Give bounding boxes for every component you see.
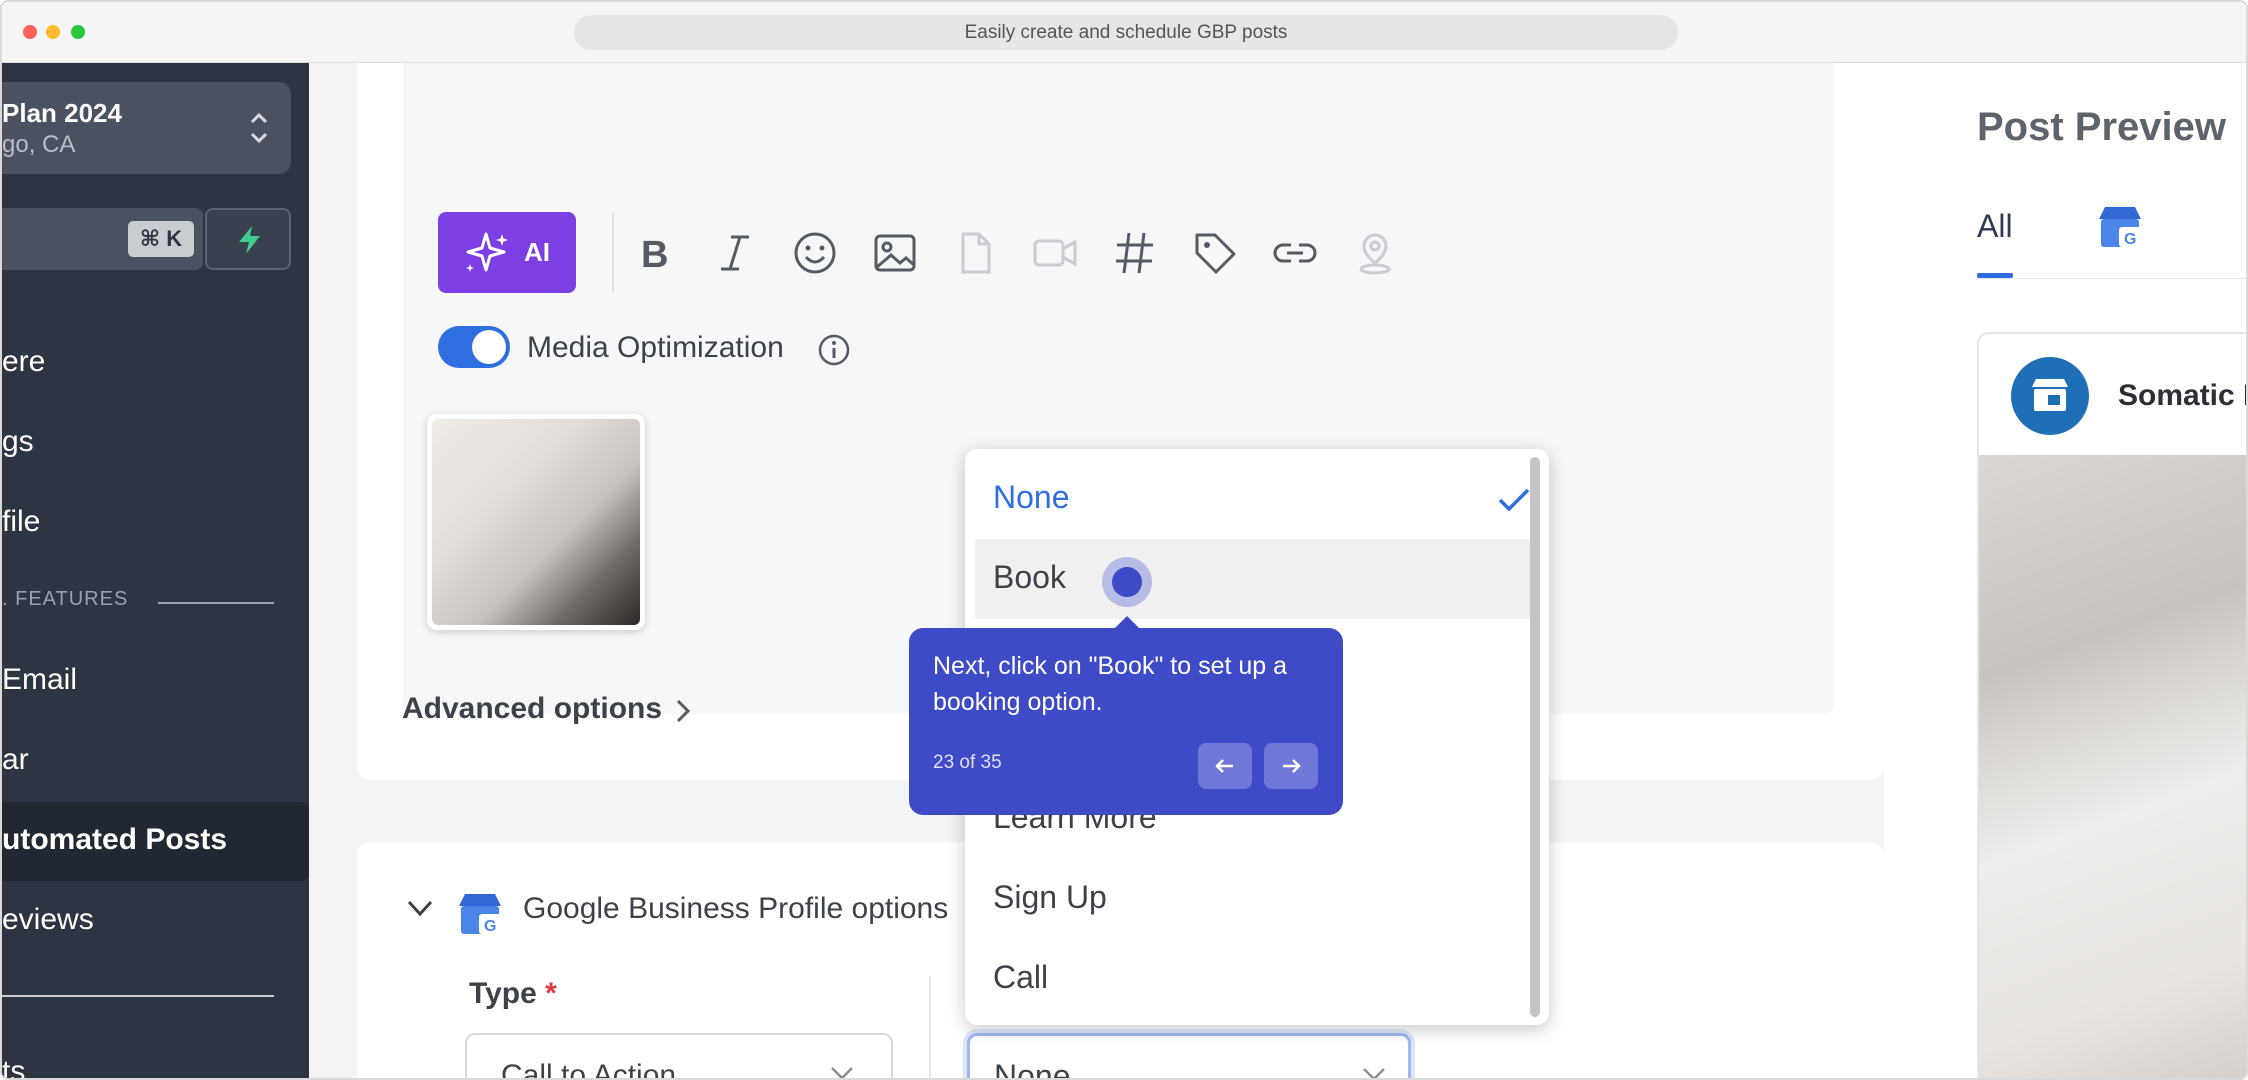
ai-label: AI	[524, 237, 550, 267]
tooltip-step-counter: 23 of 35	[933, 752, 1002, 773]
media-thumbnail[interactable]	[427, 414, 645, 630]
sidebar-section-label: . FEATURES	[2, 588, 129, 610]
quick-actions-button[interactable]	[205, 208, 291, 270]
media-optimization-label: Media Optimization	[527, 331, 784, 364]
preview-image	[1979, 455, 2246, 1078]
link-icon[interactable]	[1269, 227, 1321, 279]
sidebar: Plan 2024 go, CA ⌘ K ere gs file . FEATU…	[2, 63, 309, 1078]
tooltip-prev-button[interactable]	[1198, 743, 1252, 789]
close-window-button[interactable]	[23, 25, 37, 39]
sidebar-divider	[2, 995, 274, 997]
dropdown-option-book[interactable]: Book	[993, 559, 1066, 596]
plan-title: Plan 2024	[2, 98, 122, 128]
tab-google-business[interactable]: G	[2097, 205, 2143, 249]
section-divider	[158, 602, 274, 604]
button-type-select[interactable]: None	[967, 1033, 1411, 1080]
svg-text:G: G	[484, 918, 496, 935]
type-select-value: Call to Action	[501, 1059, 677, 1080]
location-switcher[interactable]: Plan 2024 go, CA	[2, 82, 291, 174]
sidebar-item-2[interactable]: gs	[2, 425, 34, 459]
gbp-options-title: Google Business Profile options	[523, 892, 949, 925]
advanced-options-toggle[interactable]: Advanced options	[402, 692, 662, 726]
emoji-icon[interactable]	[789, 227, 841, 279]
dropdown-option-none[interactable]: None	[993, 479, 1070, 516]
walkthrough-tooltip: Next, click on "Book" to set up a bookin…	[909, 628, 1343, 815]
tooltip-next-button[interactable]	[1264, 743, 1318, 789]
required-marker: *	[545, 977, 557, 1010]
dropdown-scrollbar[interactable]	[1530, 457, 1540, 1017]
business-name: Somatic I	[2118, 379, 2248, 412]
field-separator	[929, 976, 931, 1078]
type-label: Type *	[469, 977, 557, 1011]
sidebar-item-label: utomated Posts	[2, 823, 228, 856]
location-pin-icon	[1359, 233, 1391, 275]
tab-all[interactable]: All	[1977, 208, 2013, 245]
video-icon	[1033, 239, 1077, 267]
minimize-window-button[interactable]	[46, 25, 60, 39]
dropdown-option-call[interactable]: Call	[993, 959, 1048, 996]
svg-text:B: B	[641, 234, 668, 276]
bolt-icon	[239, 226, 260, 254]
svg-text:G: G	[2124, 231, 2136, 248]
chevron-down-icon[interactable]	[405, 896, 435, 920]
media-optimization-toggle[interactable]	[438, 326, 510, 368]
hashtag-icon[interactable]	[1109, 227, 1161, 279]
dropdown-option-sign-up[interactable]: Sign Up	[993, 879, 1107, 916]
google-business-icon: G	[459, 894, 501, 935]
chevron-right-icon	[676, 699, 691, 723]
tag-icon[interactable]	[1189, 227, 1241, 279]
file-icon	[961, 232, 991, 274]
address-bar[interactable]: Easily create and schedule GBP posts	[574, 15, 1678, 50]
button-type-value: None	[994, 1058, 1071, 1080]
sidebar-item-3[interactable]: file	[2, 505, 40, 539]
check-icon	[1498, 488, 1530, 512]
chevron-updown-icon	[250, 112, 268, 144]
post-preview-panel: Post Preview All G Somatic I	[1884, 63, 2248, 1078]
sidebar-item-5[interactable]: ar	[2, 743, 29, 777]
info-icon[interactable]	[817, 333, 851, 367]
sidebar-item-email[interactable]: Email	[2, 663, 77, 697]
app-window: Easily create and schedule GBP posts Pla…	[0, 0, 2248, 1080]
maximize-window-button[interactable]	[71, 25, 85, 39]
sidebar-item-automated-posts[interactable]: utomated Posts	[2, 802, 309, 881]
arrow-left-icon	[1215, 759, 1233, 773]
storefront-icon	[2032, 379, 2068, 411]
preview-card: Somatic I	[1977, 332, 2248, 1078]
chevron-down-icon	[1363, 1068, 1385, 1078]
arrow-right-icon	[1283, 759, 1301, 773]
italic-icon[interactable]	[709, 227, 761, 279]
tooltip-text: Next, click on "Book" to set up a bookin…	[933, 652, 1288, 716]
ai-assist-button[interactable]: AI	[438, 212, 576, 293]
shortcut-badge: ⌘ K	[128, 221, 194, 257]
post-preview-title: Post Preview	[1977, 105, 2227, 149]
toolbar-separator	[612, 213, 614, 293]
business-avatar	[2011, 357, 2089, 435]
thumbnail-image	[432, 419, 640, 625]
toggle-knob	[472, 330, 506, 364]
plan-location: go, CA	[2, 131, 76, 158]
title-bar: Easily create and schedule GBP posts	[2, 2, 2246, 63]
tab-divider	[1977, 278, 2246, 279]
chevron-down-icon	[831, 1067, 853, 1078]
type-label-text: Type	[469, 977, 537, 1010]
sidebar-item-reviews[interactable]: eviews	[2, 903, 94, 937]
sidebar-item-8[interactable]: ts	[2, 1055, 25, 1078]
type-select[interactable]: Call to Action	[465, 1033, 893, 1080]
sidebar-item-1[interactable]: ere	[2, 345, 45, 379]
sparkle-icon	[466, 232, 508, 272]
image-icon[interactable]	[869, 227, 921, 279]
walkthrough-hotspot-dot	[1112, 567, 1142, 597]
bold-icon[interactable]: B	[629, 227, 681, 279]
